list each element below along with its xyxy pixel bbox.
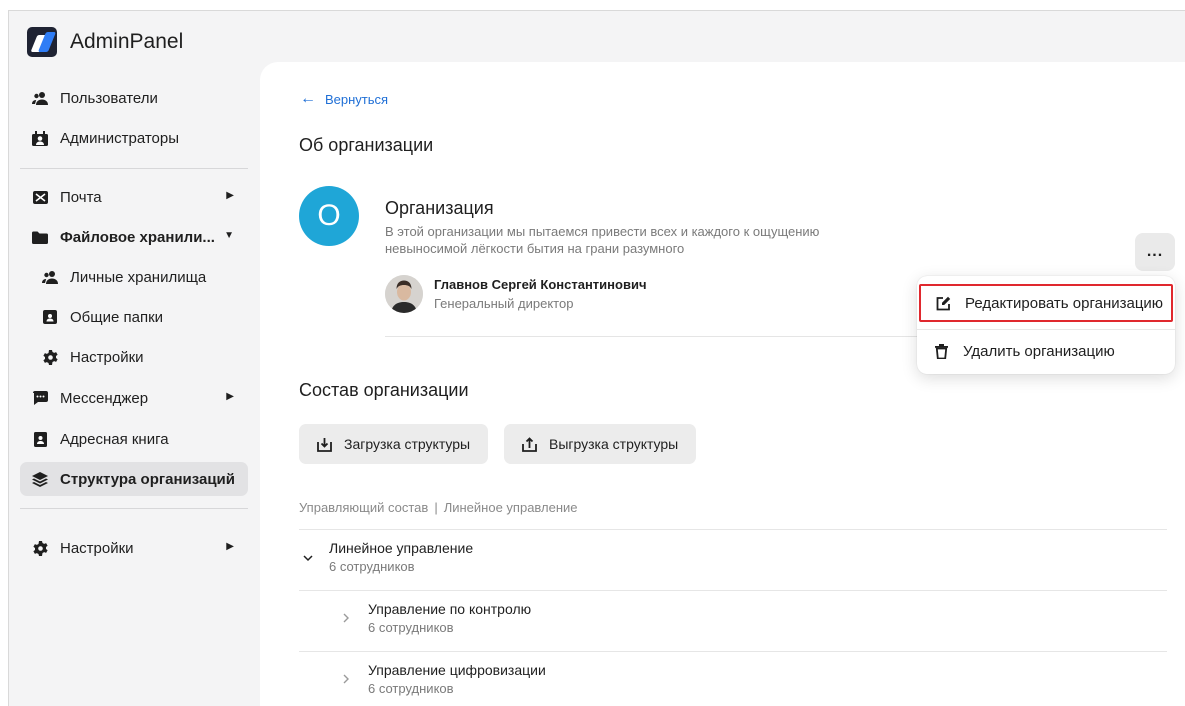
adminpanel-logo-icon <box>27 27 57 57</box>
org-description: В этой организации мы пытаемся привести … <box>385 224 820 256</box>
section-title-about: Об организации <box>299 135 434 155</box>
trash-icon <box>933 343 949 359</box>
department-title: Управление цифровизации <box>368 662 546 678</box>
breadcrumb-item[interactable]: Линейное управление <box>444 500 578 515</box>
section-divider <box>385 336 985 337</box>
delete-organization-menu-item[interactable]: Удалить организацию <box>917 332 1175 370</box>
edit-organization-menu-item[interactable]: Редактировать организацию <box>919 284 1173 322</box>
export-icon <box>522 436 537 452</box>
edit-icon <box>935 296 951 311</box>
gear-icon <box>32 540 48 556</box>
menu-item-label: Удалить организацию <box>963 342 1115 360</box>
avatar <box>385 275 423 313</box>
sidebar-divider <box>20 508 248 509</box>
department-row[interactable]: Управление цифровизации 6 сотрудников <box>299 652 1167 706</box>
main-content: ← Вернуться Об организации O Организация… <box>260 62 1185 706</box>
breadcrumb-item[interactable]: Управляющий состав <box>299 500 428 515</box>
sidebar-item-messenger[interactable]: Мессенджер ▶ <box>20 381 248 415</box>
sidebar-item-file-storage[interactable]: Файловое хранили... ▼ <box>20 220 248 254</box>
breadcrumb: Управляющий состав | Линейное управление <box>299 500 578 515</box>
sidebar-item-label: Пользователи <box>60 89 158 107</box>
admins-icon <box>32 130 48 146</box>
expand-arrow-icon[interactable]: ▶ <box>226 190 234 201</box>
sidebar-item-label: Структура организаций <box>60 470 235 488</box>
org-name: Организация <box>385 198 494 218</box>
chevron-down-icon[interactable] <box>303 550 313 565</box>
department-count: 6 сотрудников <box>368 620 454 635</box>
sidebar-item-label: Настройки <box>60 539 134 557</box>
director-name: Главнов Сергей Константинович <box>434 277 647 292</box>
sidebar-item-label: Мессенджер <box>60 389 149 407</box>
back-label: Вернуться <box>325 91 389 107</box>
sidebar-item-users[interactable]: Пользователи <box>20 81 248 115</box>
back-link[interactable]: ← Вернуться <box>300 90 388 108</box>
users-icon <box>42 269 58 285</box>
chevron-right-icon[interactable] <box>343 672 350 687</box>
folder-icon <box>32 229 48 245</box>
download-structure-button[interactable]: Выгрузка структуры <box>504 424 697 464</box>
more-options-button[interactable]: ... <box>1135 233 1175 271</box>
sidebar-item-label: Общие папки <box>70 308 164 326</box>
button-label: Выгрузка структуры <box>549 436 679 452</box>
arrow-left-icon: ← <box>300 90 316 107</box>
expand-arrow-icon[interactable]: ▶ <box>226 541 234 552</box>
sidebar-item-label: Адресная книга <box>60 430 169 448</box>
sidebar-item-org-structure[interactable]: Структура организаций <box>20 462 248 496</box>
app-frame: AdminPanel Пользователи Администраторы П… <box>8 10 1185 706</box>
gear-icon <box>42 349 58 365</box>
mail-icon <box>32 189 48 205</box>
brand[interactable]: AdminPanel <box>27 27 183 57</box>
shared-folder-icon <box>42 309 58 325</box>
sidebar-item-shared-folders[interactable]: Общие папки <box>20 300 248 334</box>
department-title: Управление по контролю <box>368 601 532 617</box>
sidebar-item-label: Администраторы <box>60 129 180 147</box>
sidebar-item-label: Личные хранилища <box>70 268 207 286</box>
sidebar-item-label: Почта <box>60 188 102 206</box>
department-row[interactable]: Управление по контролю 6 сотрудников <box>299 591 1167 651</box>
app-name: AdminPanel <box>70 30 184 53</box>
context-menu: Редактировать организацию Удалить органи… <box>917 276 1175 374</box>
department-count: 6 сотрудников <box>329 559 415 574</box>
department-row[interactable]: Линейное управление 6 сотрудников <box>299 530 1167 590</box>
breadcrumb-separator: | <box>434 500 438 515</box>
director-role: Генеральный директор <box>434 296 574 311</box>
sidebar-item-storage-settings[interactable]: Настройки <box>20 340 248 374</box>
sidebar-item-settings[interactable]: Настройки ▶ <box>20 531 248 565</box>
button-label: Загрузка структуры <box>344 436 471 452</box>
collapse-arrow-icon[interactable]: ▼ <box>224 230 234 241</box>
menu-divider <box>917 329 1175 330</box>
department-count: 6 сотрудников <box>368 681 454 696</box>
sidebar-divider <box>20 168 248 169</box>
sidebar-item-address-book[interactable]: Адресная книга <box>20 422 248 456</box>
upload-structure-button[interactable]: Загрузка структуры <box>299 424 489 464</box>
sidebar-item-personal-storage[interactable]: Личные хранилища <box>20 260 248 294</box>
users-icon <box>32 90 48 106</box>
menu-item-label: Редактировать организацию <box>965 294 1164 312</box>
layers-icon <box>32 471 48 487</box>
chevron-right-icon[interactable] <box>343 611 350 626</box>
sidebar-item-label: Настройки <box>70 348 144 366</box>
upload-icon <box>317 437 332 452</box>
address-book-icon <box>32 431 48 447</box>
expand-arrow-icon[interactable]: ▶ <box>226 391 234 402</box>
sidebar-item-label: Файловое хранили... <box>60 228 215 246</box>
section-title-composition: Состав организации <box>299 380 469 400</box>
sidebar-item-admins[interactable]: Администраторы <box>20 121 248 155</box>
chat-icon <box>32 390 48 406</box>
org-avatar: O <box>299 186 359 246</box>
department-title: Линейное управление <box>329 540 474 556</box>
sidebar-item-mail[interactable]: Почта ▶ <box>20 180 248 214</box>
